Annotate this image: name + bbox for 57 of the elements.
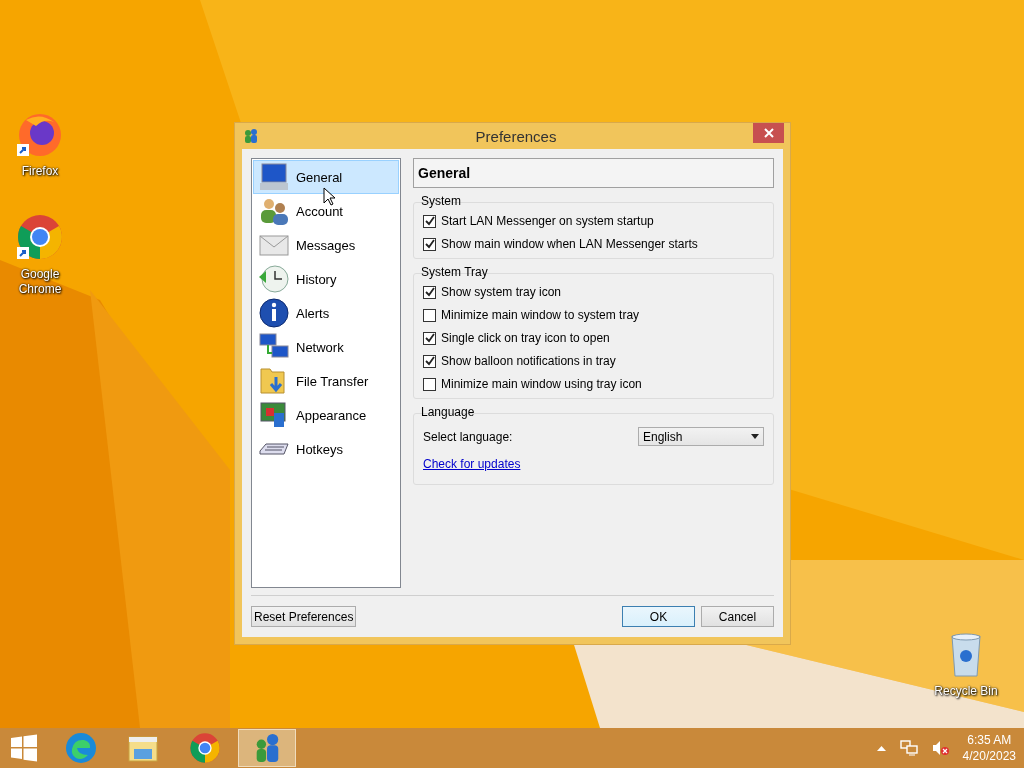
check-icon [424,239,435,249]
checkbox[interactable] [423,377,436,391]
checkbox-option[interactable]: Show balloon notifications in tray [423,352,764,370]
category-item[interactable]: Hotkeys [253,432,399,466]
checkbox[interactable] [423,331,436,345]
caret-icon [751,434,759,439]
category-item[interactable]: Alerts [253,296,399,330]
dialog-button[interactable]: Cancel [701,606,774,627]
checkbox-option[interactable]: Minimize main window using tray icon [423,375,764,393]
field-label: Select language: [423,429,513,444]
checkbox-option[interactable]: Start LAN Messenger on system startup [423,212,764,230]
group-title: System Tray [420,265,488,279]
category-item[interactable]: Account [253,194,399,228]
chrome-icon [189,732,221,764]
check-icon [424,333,435,343]
checkbox[interactable] [423,308,436,322]
clock-icon [258,263,290,295]
cursor-icon [323,187,335,206]
show-hidden-icons-icon[interactable] [876,745,886,751]
clock-date: 4/20/2023 [962,748,1016,764]
update-link[interactable]: Check for updates [423,457,521,471]
edge-icon [64,731,98,765]
dialog-button[interactable]: OK [622,606,695,627]
check-icon [424,356,435,366]
category-item[interactable]: Appearance [253,398,399,432]
muted-speaker-icon[interactable] [931,740,950,756]
group-title: Language [420,405,475,419]
group-title: System [420,194,461,208]
close-button[interactable] [753,123,784,143]
language-dropdown[interactable]: English [638,427,764,446]
chrome-icon[interactable] [16,213,64,261]
checkbox-option[interactable]: Show system tray icon [423,283,764,301]
network-icon[interactable] [899,740,918,756]
category-item[interactable]: History [253,262,399,296]
taskbar-app[interactable] [238,729,296,767]
category-item[interactable]: Network [253,330,399,364]
checkbox[interactable] [423,354,436,368]
checkbox[interactable] [423,285,436,299]
people-icon [243,128,259,144]
check-icon [424,287,435,297]
clock-time: 6:35 AM [967,732,1012,748]
checkbox-option[interactable]: Show main window when LAN Messenger starts [423,235,764,253]
monitor-icon [258,161,290,193]
page-header: General [413,158,774,188]
checkbox-option[interactable]: Single click on tray icon to open [423,329,764,347]
checkbox[interactable] [423,214,436,228]
check-icon [424,216,435,226]
checkbox-option[interactable]: Minimize main window to system tray [423,306,764,324]
reset-button[interactable]: Reset Preferences [251,606,357,627]
info-icon [258,297,290,329]
category-item[interactable]: Messages [253,228,399,262]
window-title: Preferences [474,127,558,145]
checkbox[interactable] [423,237,436,251]
close-icon [763,128,774,138]
category-item[interactable]: General [253,160,399,194]
windows-icon [10,734,38,762]
category-item[interactable]: File Transfer [253,364,399,398]
